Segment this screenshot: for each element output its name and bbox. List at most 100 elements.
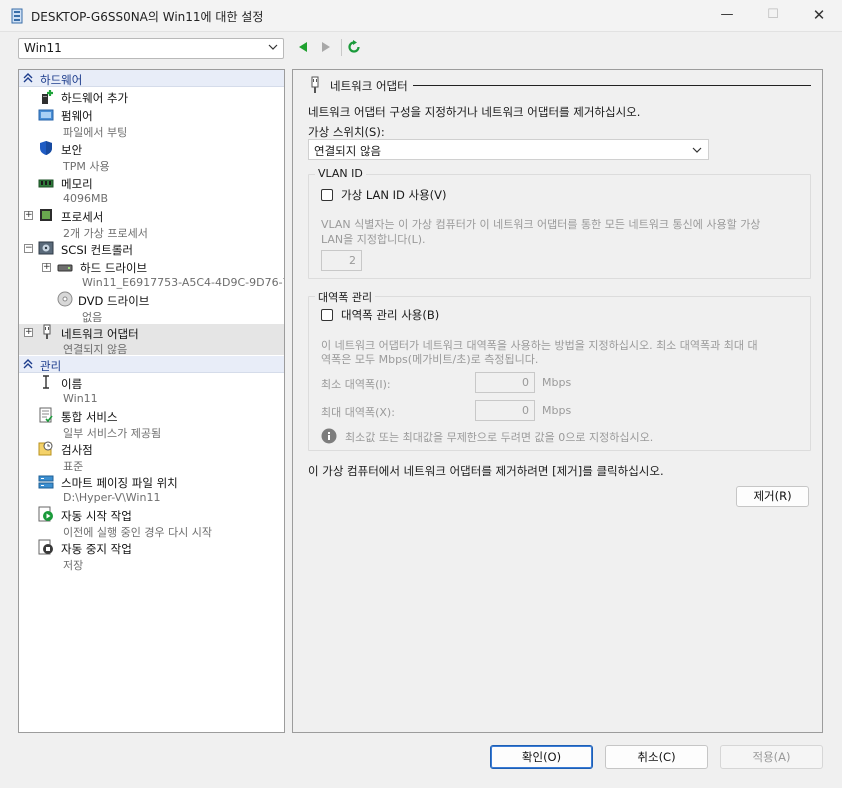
min-bandwidth-input[interactable]: 0: [475, 372, 535, 393]
chevron-down-icon: [268, 44, 278, 50]
smart-paging-icon: [38, 475, 54, 489]
sidebar-item-label: 보안: [61, 143, 83, 157]
sidebar-item-sublabel: 저장: [63, 559, 84, 572]
cancel-button[interactable]: 취소(C): [605, 745, 708, 769]
sidebar-item-label: 검사점: [61, 443, 93, 457]
vlan-enable-checkbox[interactable]: [321, 189, 333, 201]
apply-button[interactable]: 적용(A): [720, 745, 823, 769]
vlan-legend: VLAN ID: [315, 167, 366, 180]
maximize-button[interactable]: ☐: [750, 0, 796, 32]
memory-icon: [38, 179, 54, 188]
sidebar-item-sublabel: 연결되지 않음: [63, 343, 128, 356]
sidebar-item-hard-drive[interactable]: + 하드 드라이브 Win11_E6917753-A5C4-4D9C-9D76-…: [19, 258, 284, 291]
collapse-icon[interactable]: −: [24, 244, 33, 253]
sidebar-item-sublabel: TPM 사용: [63, 160, 110, 173]
sidebar-item-add-hardware[interactable]: 하드웨어 추가: [19, 88, 284, 106]
minimize-button[interactable]: —: [704, 0, 750, 32]
auto-start-icon: [38, 506, 53, 522]
panel-description: 네트워크 어댑터 구성을 지정하거나 네트워크 어댑터를 제거하십시오.: [308, 105, 641, 119]
section-hardware[interactable]: 하드웨어: [19, 70, 284, 87]
expand-icon[interactable]: +: [42, 263, 51, 272]
network-adapter-icon: [43, 324, 51, 339]
sidebar-item-auto-start[interactable]: 자동 시작 작업 이전에 실행 중인 경우 다시 시작: [19, 506, 284, 539]
forward-arrow-icon[interactable]: [319, 40, 333, 54]
vlan-group: VLAN ID 가상 LAN ID 사용(V) VLAN 식별자는 이 가상 컴…: [308, 167, 811, 279]
scsi-controller-icon: [38, 241, 54, 255]
expand-icon[interactable]: +: [24, 211, 33, 220]
sidebar-item-sublabel: Win11: [63, 392, 98, 405]
section-management-label: 관리: [40, 359, 62, 373]
sidebar-item-dvd-drive[interactable]: DVD 드라이브 없음: [19, 291, 284, 324]
sidebar-item-network-adapter[interactable]: + 네트워크 어댑터 연결되지 않음: [19, 324, 284, 356]
title-bar: DESKTOP-G6SS0NA의 Win11에 대한 설정 — ☐ ✕: [0, 0, 842, 32]
vlan-id-input[interactable]: 2: [321, 250, 362, 271]
auto-stop-icon: [38, 539, 53, 555]
sidebar-item-security[interactable]: 보안 TPM 사용: [19, 140, 284, 174]
section-hardware-label: 하드웨어: [40, 73, 83, 87]
panel-title: 네트워크 어댑터: [330, 79, 408, 93]
settings-app-icon: [11, 8, 23, 24]
back-arrow-icon[interactable]: [296, 40, 310, 54]
close-button[interactable]: ✕: [796, 0, 842, 32]
sidebar-item-integration-services[interactable]: 통합 서비스 일부 서비스가 제공됨: [19, 407, 284, 440]
dvd-drive-icon: [57, 291, 73, 307]
vlan-enable-label[interactable]: 가상 LAN ID 사용(V): [341, 187, 447, 203]
sidebar-item-firmware[interactable]: 펌웨어 파일에서 부팅: [19, 106, 284, 140]
settings-tree: 하드웨어 하드웨어 추가 펌웨어 파일에서 부팅 보안 TPM 사용 메모리 4…: [18, 69, 285, 733]
sidebar-item-sublabel: 파일에서 부팅: [63, 126, 128, 139]
sidebar-item-label: 프로세서: [61, 210, 104, 224]
checkpoint-icon: [38, 441, 53, 456]
vlan-help-text: VLAN 식별자는 이 가상 컴퓨터가 이 네트워크 어댑터를 통한 모든 네트…: [321, 218, 761, 231]
sidebar-item-label: 자동 시작 작업: [61, 509, 132, 523]
sidebar-item-label: DVD 드라이브: [78, 294, 150, 308]
min-bandwidth-label: 최소 대역폭(I):: [321, 378, 391, 391]
max-bandwidth-unit: Mbps: [542, 404, 572, 417]
max-bandwidth-input[interactable]: 0: [475, 400, 535, 421]
sidebar-item-label: 자동 중지 작업: [61, 542, 132, 556]
hard-drive-icon: [57, 264, 73, 272]
vlan-help-text: LAN을 지정합니다(L).: [321, 233, 426, 246]
bandwidth-legend: 대역폭 관리: [315, 289, 376, 305]
sidebar-item-checkpoints[interactable]: 검사점 표준: [19, 440, 284, 473]
network-adapter-icon: [311, 76, 319, 93]
sidebar-item-processor[interactable]: + 프로세서 2개 가상 프로세서: [19, 207, 284, 240]
info-icon: [321, 428, 337, 444]
refresh-icon[interactable]: [347, 40, 361, 54]
vm-selector-value: Win11: [24, 41, 62, 55]
ok-button[interactable]: 확인(O): [490, 745, 593, 769]
title-divider: [413, 85, 811, 86]
virtual-switch-value: 연결되지 않음: [314, 144, 382, 158]
sidebar-item-label: 펌웨어: [61, 109, 93, 123]
sidebar-item-sublabel: D:\Hyper-V\Win11: [63, 491, 161, 504]
sidebar-item-smart-paging[interactable]: 스마트 페이징 파일 위치 D:\Hyper-V\Win11: [19, 473, 284, 506]
sidebar-item-auto-stop[interactable]: 자동 중지 작업 저장: [19, 539, 284, 572]
remove-button[interactable]: 제거(R): [736, 486, 809, 507]
sidebar-item-label: 통합 서비스: [61, 410, 118, 424]
integration-services-icon: [39, 407, 53, 423]
section-management[interactable]: 관리: [19, 356, 284, 373]
max-bandwidth-label: 최대 대역폭(X):: [321, 406, 395, 419]
vm-selector[interactable]: Win11: [18, 38, 284, 59]
bandwidth-help-text: 역폭은 모두 Mbps(메가비트/초)로 측정됩니다.: [321, 353, 539, 366]
collapse-chevron-icon: [23, 73, 33, 83]
sidebar-item-scsi-controller[interactable]: − SCSI 컨트롤러: [19, 240, 284, 258]
sidebar-item-label: 네트워크 어댑터: [61, 327, 139, 341]
bandwidth-info-text: 최소값 또는 최대값을 무제한으로 두려면 값을 0으로 지정하십시오.: [345, 431, 654, 444]
sidebar-item-label: 스마트 페이징 파일 위치: [61, 476, 178, 490]
bandwidth-enable-label[interactable]: 대역폭 관리 사용(B): [341, 307, 439, 323]
sidebar-item-sublabel: 이전에 실행 중인 경우 다시 시작: [63, 526, 213, 539]
sidebar-item-label: 메모리: [61, 177, 93, 191]
toolbar-divider: [341, 39, 342, 56]
sidebar-item-sublabel: 일부 서비스가 제공됨: [63, 427, 162, 440]
sidebar-item-memory[interactable]: 메모리 4096MB: [19, 174, 284, 207]
sidebar-item-name[interactable]: 이름 Win11: [19, 374, 284, 407]
expand-icon[interactable]: +: [24, 328, 33, 337]
bandwidth-enable-checkbox[interactable]: [321, 309, 333, 321]
network-adapter-settings-panel: 네트워크 어댑터 네트워크 어댑터 구성을 지정하거나 네트워크 어댑터를 제거…: [292, 69, 823, 733]
window-title: DESKTOP-G6SS0NA의 Win11에 대한 설정: [31, 10, 264, 24]
remove-hint: 이 가상 컴퓨터에서 네트워크 어댑터를 제거하려면 [제거]를 클릭하십시오.: [308, 464, 664, 478]
bandwidth-group: 대역폭 관리 대역폭 관리 사용(B) 이 네트워크 어댑터가 네트워크 대역폭…: [308, 289, 811, 451]
min-bandwidth-unit: Mbps: [542, 376, 572, 389]
virtual-switch-select[interactable]: 연결되지 않음: [308, 139, 709, 160]
chevron-down-icon: [692, 147, 702, 153]
